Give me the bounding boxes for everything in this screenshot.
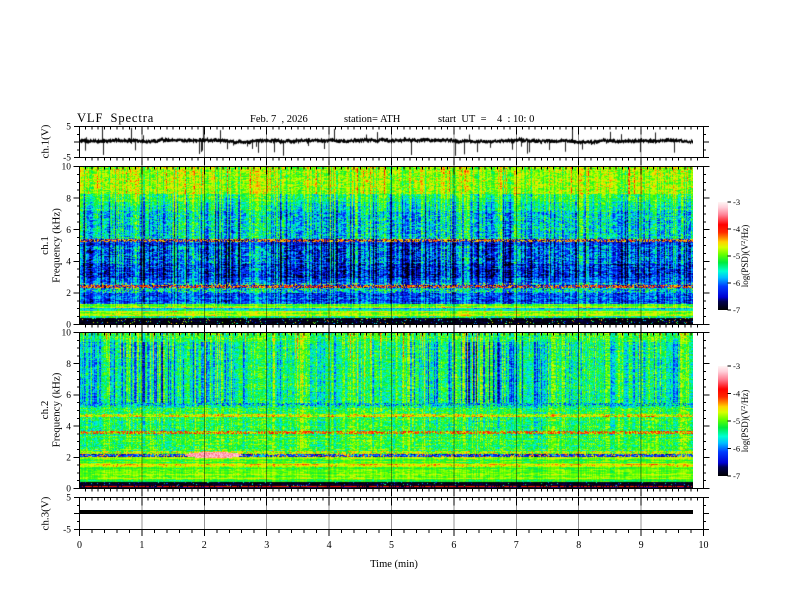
svg-text:-7: -7 xyxy=(733,305,740,315)
svg-text:VLF Spectra: VLF Spectra xyxy=(77,111,154,125)
svg-text:Time (min): Time (min) xyxy=(370,559,418,570)
svg-text:4: 4 xyxy=(66,258,71,268)
svg-text:3: 3 xyxy=(264,540,269,551)
svg-text:9: 9 xyxy=(639,540,644,551)
svg-text:Feb. 7 , 2026: Feb. 7 , 2026 xyxy=(250,114,308,125)
svg-text:log(PSD)(V2/Hz): log(PSD)(V2/Hz) xyxy=(740,390,750,453)
svg-text:4: 4 xyxy=(327,540,332,551)
svg-text:8: 8 xyxy=(66,360,71,370)
svg-text:2: 2 xyxy=(202,540,207,551)
svg-text:5: 5 xyxy=(66,123,71,133)
svg-text:4: 4 xyxy=(66,422,71,432)
svg-text:ch.3(V): ch.3(V) xyxy=(40,496,52,530)
svg-text:5: 5 xyxy=(389,540,394,551)
svg-text:10: 10 xyxy=(62,329,72,339)
svg-text:log(PSD)(V2/Hz): log(PSD)(V2/Hz) xyxy=(740,225,750,288)
svg-text:Frequency (kHz): Frequency (kHz) xyxy=(51,208,63,283)
svg-text:-7: -7 xyxy=(733,471,740,481)
svg-text:ch.2: ch.2 xyxy=(39,401,51,420)
svg-text:8: 8 xyxy=(66,194,71,204)
svg-text:Frequency (kHz): Frequency (kHz) xyxy=(51,372,63,447)
svg-text:7: 7 xyxy=(514,540,519,551)
svg-text:6: 6 xyxy=(66,391,71,401)
svg-text:6: 6 xyxy=(66,226,71,236)
svg-text:6: 6 xyxy=(451,540,456,551)
svg-text:station= ATH: station= ATH xyxy=(344,114,401,125)
svg-text:2: 2 xyxy=(66,454,71,464)
svg-text:2: 2 xyxy=(66,289,71,299)
svg-text:-3: -3 xyxy=(733,197,740,207)
svg-text:10: 10 xyxy=(62,163,72,173)
svg-text:10: 10 xyxy=(699,540,709,551)
svg-text:5: 5 xyxy=(66,494,71,504)
svg-text:0: 0 xyxy=(77,540,82,551)
svg-text:-3: -3 xyxy=(733,361,740,371)
svg-text:start UT = 4 : 10: 0: start UT = 4 : 10: 0 xyxy=(438,114,534,125)
svg-text:8: 8 xyxy=(576,540,581,551)
svg-text:-5: -5 xyxy=(63,526,71,536)
svg-text:ch.1(V): ch.1(V) xyxy=(40,124,52,158)
svg-text:ch.1: ch.1 xyxy=(39,236,51,255)
svg-text:1: 1 xyxy=(139,540,144,551)
